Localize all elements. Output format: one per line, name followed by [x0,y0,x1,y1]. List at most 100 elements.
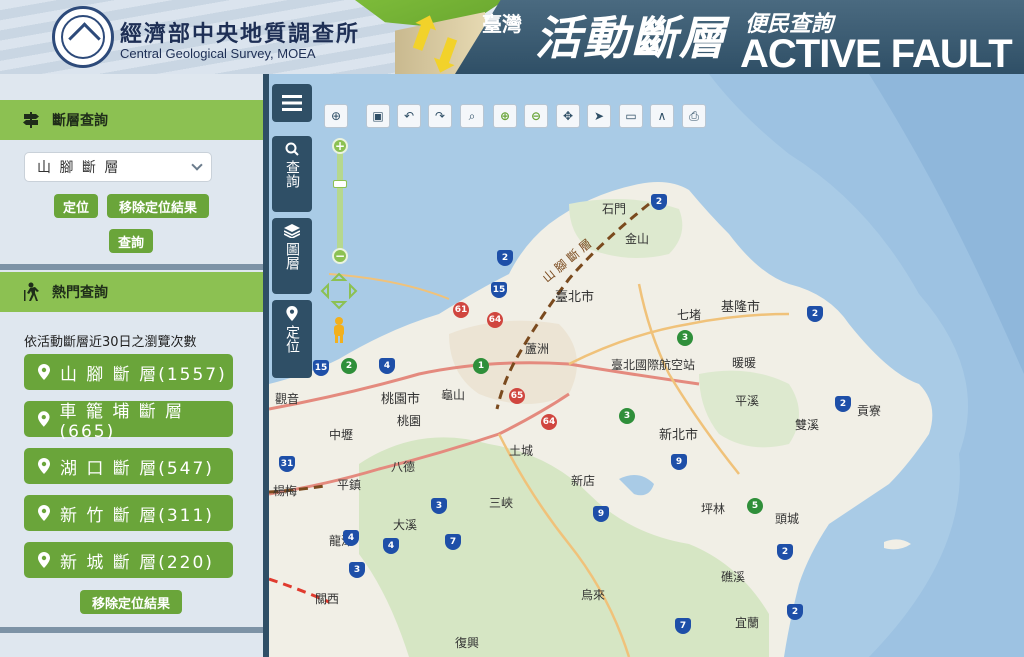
pan-button[interactable]: ✥ [556,104,580,128]
zoom-box-icon: ⌕ [468,108,476,123]
popular-fault-label: 山 腳 斷 層(1557) [60,364,227,385]
tab-locate[interactable]: 定位 [272,300,312,378]
map-pin-icon [38,505,50,521]
map-label: 烏來 [581,588,606,602]
highway-shield: 3 [619,408,635,424]
map-label: 平鎮 [337,478,362,492]
remove-location-button[interactable]: 移除定位結果 [107,194,209,218]
map-canvas[interactable]: 石門 金山 臺北市 基隆市 七堵 暖暖 蘆洲 臺北國際航空站 桃園市 龜山 桃園… [269,74,1024,657]
fault-select[interactable]: 山 腳 斷 層 [24,152,212,182]
map-label: 大溪 [393,518,418,532]
pan-control[interactable] [320,272,358,310]
map-label: 礁溪 [721,570,746,584]
highway-shield: 2 [777,544,793,560]
map-label: 頭城 [775,512,800,526]
popular-fault-item[interactable]: 車 籠 埔 斷 層(665) [24,401,233,442]
layers-icon [284,224,300,238]
next-extent-button[interactable]: ↷ [428,104,452,128]
zoom-box-button[interactable]: ⌕ [460,104,484,128]
popular-hint: 依活動斷層近30日之瀏覽次數 [24,335,197,350]
tab-query[interactable]: 查詢 [272,136,312,212]
popular-fault-item[interactable]: 新 城 斷 層(220) [24,542,233,578]
map-label: 龜山 [441,388,466,402]
highway-shield: 4 [383,538,399,554]
map-label: 七堵 [677,308,702,322]
select-button[interactable]: ➤ [587,104,611,128]
popular-fault-item[interactable]: 山 腳 斷 層(1557) [24,354,233,390]
query-button[interactable]: 查詢 [109,229,153,253]
popular-query-heading: 熱門查詢 [0,272,263,312]
angle-icon: ∧ [657,109,667,123]
popular-fault-item[interactable]: 湖 口 斷 層(547) [24,448,233,484]
tab-layers[interactable]: 圖層 [272,218,312,294]
zoom-out-icon: ⊖ [530,109,542,123]
map-label: 關西 [315,592,340,606]
print-button[interactable]: ⎙ [682,104,706,128]
highway-shield: 7 [675,618,691,634]
hamburger-icon [282,95,302,111]
map-label: 金山 [625,232,650,246]
zoom-in-icon: ⊕ [499,109,511,123]
popular-fault-label: 車 籠 埔 斷 層(665) [59,401,185,442]
tab-locate-label: 定位 [284,325,300,353]
highway-shield: 5 [747,498,763,514]
highway-shield: 4 [343,530,359,546]
locate-button[interactable]: 定位 [54,194,98,218]
search-icon [285,142,299,156]
zoom-slider-track[interactable] [337,146,343,256]
org-name-english: Central Geological Survey, MOEA [120,46,316,61]
map-pin-icon [38,458,50,474]
section-separator [0,264,263,270]
forward-arrow-icon: ↷ [434,109,446,123]
map-label: 貢寮 [857,404,882,418]
highway-shield: 2 [787,604,803,620]
fault-query-heading: 斷層查詢 [0,100,263,140]
map-label: 桃園 [397,414,422,428]
zoom-out-button[interactable]: ⊖ [524,104,548,128]
map-label: 八德 [391,460,416,474]
zoom-slider-thumb[interactable] [333,180,347,188]
pointer-icon: ➤ [593,109,605,123]
slider-zoom-out-button[interactable]: − [332,248,348,264]
measure-angle-button[interactable]: ∧ [650,104,674,128]
map-label: 臺北國際航空站 [611,358,696,372]
highway-shield: 2 [651,194,667,210]
highway-shield: 2 [835,396,851,412]
slider-zoom-in-button[interactable]: + [332,138,348,154]
locate-me-button[interactable]: ⊕ [324,104,348,128]
map-label: 新北市 [659,428,699,443]
signpost-icon [20,110,42,130]
map-label: 坪林 [701,502,726,516]
map-label: 平溪 [735,394,760,408]
zoom-in-button[interactable]: ⊕ [493,104,517,128]
fault-select-value: 山 腳 斷 層 [37,160,121,176]
agency-logo[interactable] [52,6,114,68]
highway-shield: 15 [313,360,329,376]
highway-shield: 15 [491,282,507,298]
highway-shield: 3 [349,562,365,578]
prev-extent-button[interactable]: ↶ [397,104,421,128]
map-pin-icon [38,552,50,568]
map-label: 三峽 [489,496,514,510]
highway-shield: 3 [431,498,447,514]
tab-layers-label: 圖層 [284,242,300,270]
fault-query-heading-label: 斷層查詢 [52,113,108,129]
fault-arrows-icon [412,20,465,70]
tab-query-label: 查詢 [284,160,300,188]
map-label: 雙溪 [795,418,820,432]
highway-shield: 2 [341,358,357,374]
map-pin-icon [38,411,50,427]
popular-remove-location-button[interactable]: 移除定位結果 [80,590,182,614]
highway-shield: 7 [445,534,461,550]
measure-distance-button[interactable]: ▭ [619,104,643,128]
logo-emblem-icon [61,15,105,59]
hand-icon: ✥ [562,109,574,123]
full-extent-button[interactable]: ▣ [366,104,390,128]
menu-toggle-button[interactable] [272,84,312,122]
back-arrow-icon: ↶ [403,109,415,123]
map-label: 臺北市 [555,290,595,305]
highway-shield: 2 [497,250,513,266]
full-extent-icon: ▣ [372,109,384,123]
popular-fault-item[interactable]: 新 竹 斷 層(311) [24,495,233,531]
street-view-pegman-icon[interactable] [331,316,347,344]
